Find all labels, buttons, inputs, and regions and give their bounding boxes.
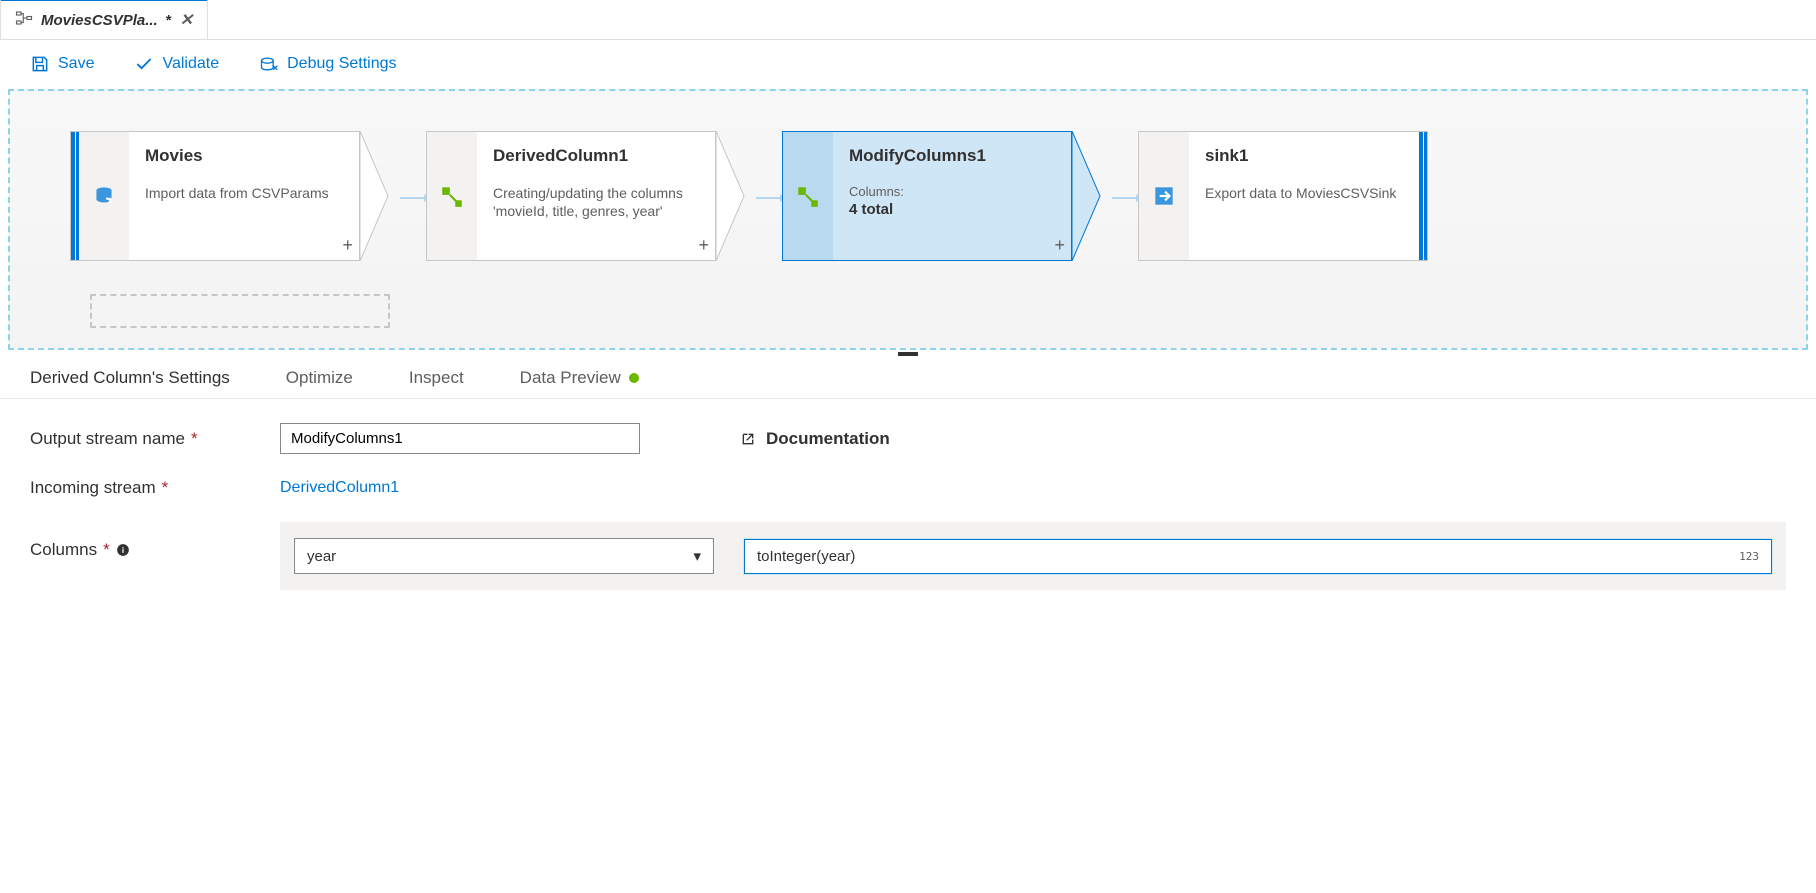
- column-expression-input[interactable]: toInteger(year) 123: [744, 539, 1772, 574]
- panel-resize-handle[interactable]: [0, 350, 1816, 358]
- node-description: Export data to MoviesCSVSink: [1205, 184, 1411, 202]
- flow-row: Movies Import data from CSVParams + Deri…: [70, 131, 1746, 264]
- debug-settings-button[interactable]: Debug Settings: [259, 54, 396, 74]
- output-stream-label: Output stream name *: [30, 429, 260, 449]
- output-stream-input[interactable]: [280, 423, 640, 454]
- dropdown-value: year: [307, 548, 336, 565]
- source-icon: [79, 132, 129, 260]
- chevron-down-icon: ▾: [693, 547, 701, 565]
- required-indicator: *: [103, 540, 110, 560]
- node-sink-bars: [1419, 132, 1427, 260]
- columns-panel: year ▾ toInteger(year) 123: [280, 522, 1786, 590]
- incoming-stream-link[interactable]: DerivedColumn1: [280, 479, 399, 497]
- required-indicator: *: [162, 478, 169, 498]
- expression-value: toInteger(year): [757, 548, 855, 565]
- node-sink1[interactable]: sink1 Export data to MoviesCSVSink: [1138, 131, 1428, 261]
- close-icon[interactable]: ✕: [180, 10, 193, 30]
- node-movies[interactable]: Movies Import data from CSVParams +: [70, 131, 360, 261]
- add-source-placeholder[interactable]: [90, 294, 390, 328]
- tab-label: Data Preview: [520, 368, 621, 388]
- dataflow-icon: [15, 9, 33, 31]
- columns-label: Columns * i: [30, 522, 260, 560]
- tab-optimize[interactable]: Optimize: [286, 368, 353, 388]
- incoming-stream-label: Incoming stream *: [30, 478, 260, 498]
- flow-connector: [400, 131, 426, 264]
- node-title: DerivedColumn1: [493, 146, 699, 166]
- derived-icon: [783, 132, 833, 260]
- validate-button[interactable]: Validate: [134, 54, 219, 74]
- flow-connector: [1112, 131, 1138, 264]
- documentation-link[interactable]: Documentation: [740, 429, 890, 449]
- tab-inspect[interactable]: Inspect: [409, 368, 464, 388]
- add-step-button[interactable]: +: [342, 235, 353, 256]
- node-title: sink1: [1205, 146, 1411, 166]
- chevron-connector: [716, 131, 756, 264]
- node-source-bars: [71, 132, 79, 260]
- node-title: ModifyColumns1: [849, 146, 1055, 166]
- debug-icon: [259, 54, 279, 74]
- save-button[interactable]: Save: [30, 54, 94, 74]
- add-step-button[interactable]: +: [698, 235, 709, 256]
- chevron-connector: [1072, 131, 1112, 264]
- external-link-icon: [740, 431, 756, 447]
- node-title: Movies: [145, 146, 343, 166]
- node-description: Creating/updating the columns 'movieId, …: [493, 184, 699, 220]
- node-sub-value: 4 total: [849, 201, 1055, 218]
- label-text: Columns: [30, 540, 97, 560]
- chevron-connector: [360, 131, 400, 264]
- node-derivedcolumn1[interactable]: DerivedColumn1 Creating/updating the col…: [426, 131, 716, 261]
- doc-label: Documentation: [766, 429, 890, 449]
- dataflow-canvas[interactable]: Movies Import data from CSVParams + Deri…: [8, 89, 1808, 350]
- checkmark-icon: [134, 54, 154, 74]
- flow-connector: [756, 131, 782, 264]
- editor-tab[interactable]: MoviesCSVPla... * ✕: [0, 0, 208, 39]
- save-icon: [30, 54, 50, 74]
- toolbar: Save Validate Debug Settings: [0, 40, 1816, 89]
- info-icon: i: [116, 543, 130, 557]
- status-dot-icon: [629, 373, 639, 383]
- add-step-button[interactable]: +: [1054, 235, 1065, 256]
- validate-label: Validate: [162, 55, 219, 73]
- save-label: Save: [58, 55, 94, 73]
- sink-icon: [1139, 132, 1189, 260]
- required-indicator: *: [191, 429, 198, 449]
- type-badge: 123: [1739, 550, 1759, 563]
- derived-icon: [427, 132, 477, 260]
- label-text: Incoming stream: [30, 478, 156, 498]
- column-name-dropdown[interactable]: year ▾: [294, 538, 714, 574]
- tab-bar: MoviesCSVPla... * ✕: [0, 0, 1816, 40]
- settings-form: Output stream name * Documentation Incom…: [0, 399, 1816, 638]
- settings-tabstrip: Derived Column's Settings Optimize Inspe…: [0, 358, 1816, 399]
- node-modifycolumns1[interactable]: ModifyColumns1 Columns: 4 total +: [782, 131, 1072, 261]
- tab-title: MoviesCSVPla...: [41, 12, 158, 29]
- tab-data-preview[interactable]: Data Preview: [520, 368, 639, 388]
- debug-label: Debug Settings: [287, 55, 396, 73]
- tab-derived-settings[interactable]: Derived Column's Settings: [30, 368, 230, 388]
- svg-text:i: i: [122, 546, 124, 555]
- tab-dirty-indicator: *: [166, 12, 172, 29]
- label-text: Output stream name: [30, 429, 185, 449]
- node-sub-label: Columns:: [849, 184, 1055, 199]
- node-description: Import data from CSVParams: [145, 184, 343, 202]
